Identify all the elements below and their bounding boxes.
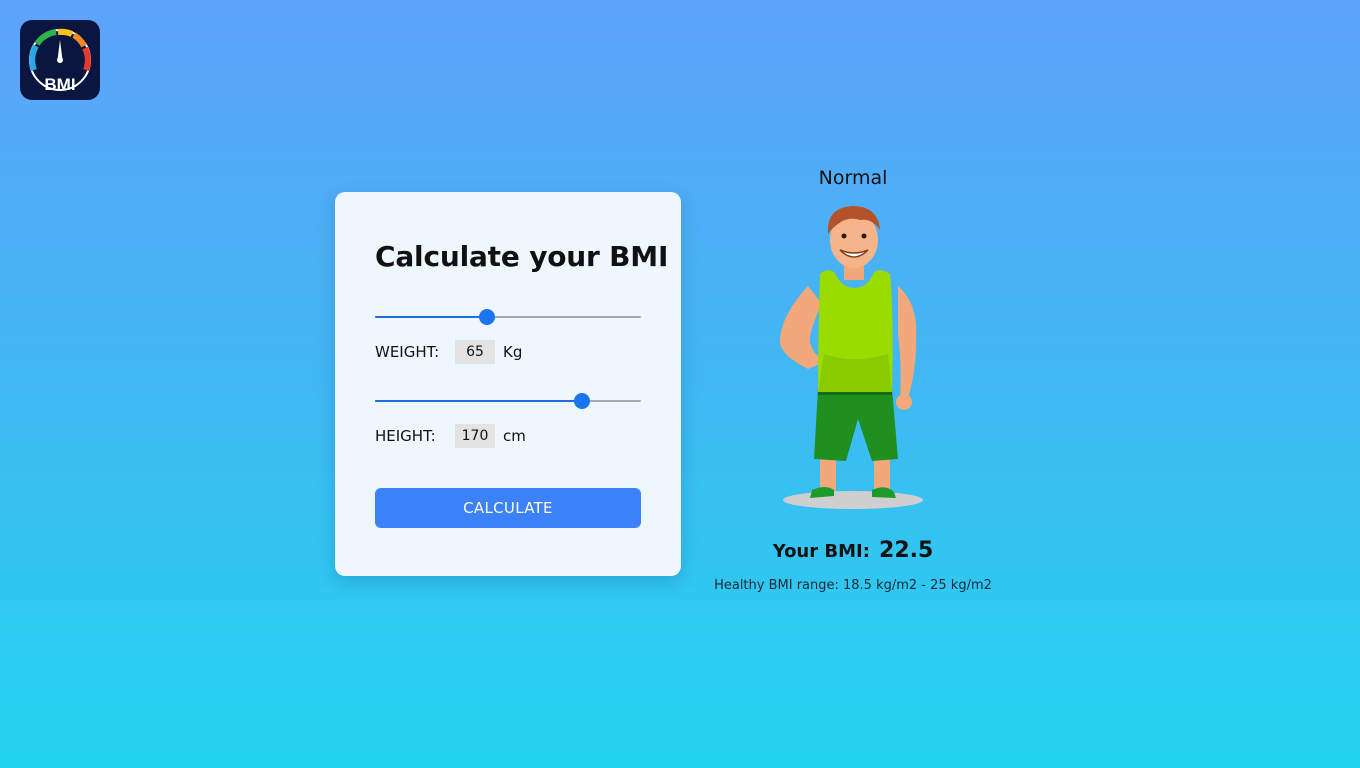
weight-slider-fill [375,316,487,318]
normal-body-figure-image [779,206,923,509]
height-label: HEIGHT: [375,427,436,445]
speedometer-icon: BMI [29,28,91,94]
app-logo: BMI [20,20,100,100]
height-input[interactable] [455,424,495,448]
height-slider-fill [375,400,583,402]
result-panel: Normal Your BMI: 22.5 Healthy BMI range:… [700,160,1006,610]
height-unit: cm [503,427,526,445]
logo-text: BMI [44,75,75,94]
bmi-label: Your BMI: [772,541,870,562]
weight-unit: Kg [503,343,523,361]
calculate-button[interactable]: CALCULATE [375,488,641,528]
weight-label: WEIGHT: [375,343,440,361]
height-row: HEIGHT: cm [375,424,641,448]
card-title: Calculate your BMI [375,240,669,273]
weight-input[interactable] [455,340,495,364]
height-slider[interactable] [375,391,641,411]
weight-slider[interactable] [375,307,641,327]
bmi-status-label: Normal [818,167,888,189]
bmi-calculator-card: Calculate your BMI WEIGHT: Kg HEIGHT: cm… [335,192,681,576]
bmi-value: 22.5 [879,538,934,563]
healthy-range-text: Healthy BMI range: 18.5 kg/m2 - 25 kg/m2 [714,578,992,593]
height-slider-thumb[interactable] [574,393,591,409]
weight-row: WEIGHT: Kg [375,340,641,364]
weight-slider-thumb[interactable] [478,309,495,325]
bmi-result-line: Your BMI: 22.5 [700,538,1006,563]
